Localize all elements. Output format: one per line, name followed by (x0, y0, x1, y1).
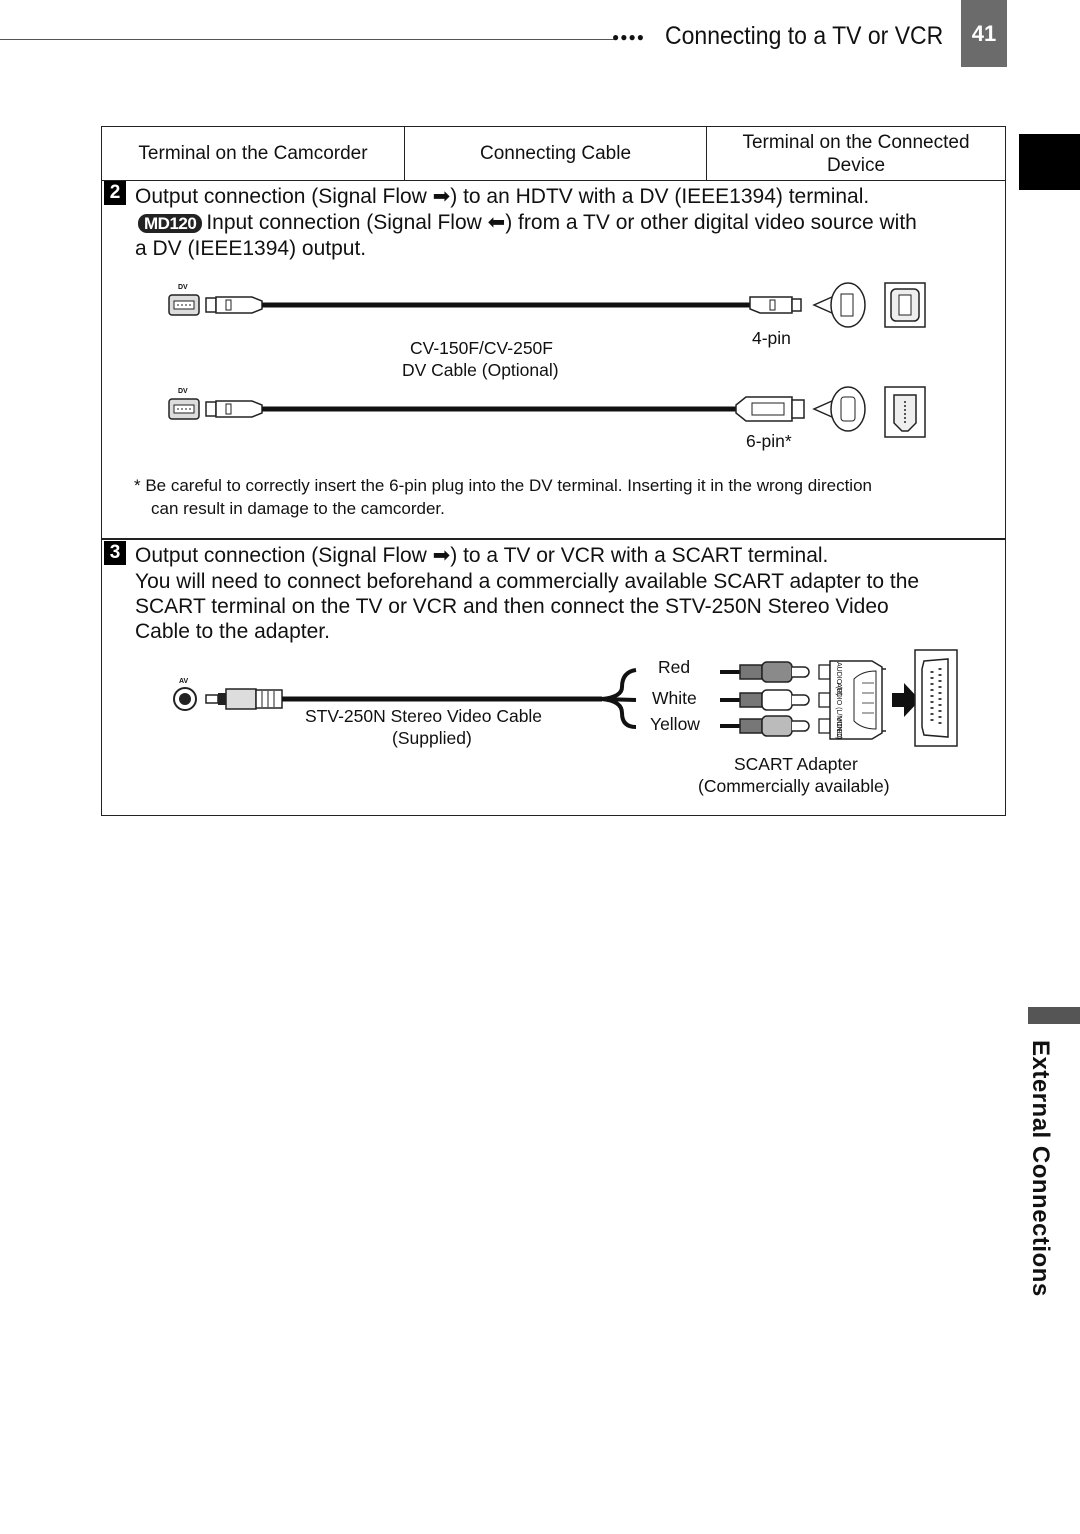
av-cable-model: STV-250N Stereo Video Cable (305, 706, 543, 726)
page-title: Connecting to a TV or VCR (665, 22, 944, 50)
scart-cable-diagram (173, 649, 958, 747)
scart-adapter-name: SCART Adapter (734, 754, 858, 774)
section-tab-marker (1019, 134, 1080, 190)
scart-terminal-icon (914, 649, 958, 747)
plug-color-white: White (652, 688, 697, 708)
av-minijack-plug (205, 688, 283, 710)
scart-adapter-description: (Commercially available) (698, 776, 890, 796)
adapter-jack-label-video: VIDEO (835, 717, 842, 739)
header-rule (0, 39, 616, 40)
scart-adapter-icon (818, 660, 886, 740)
av-terminal-icon (173, 687, 197, 711)
cable-branch-yellow (601, 697, 637, 729)
chapter-label: External Connections (1027, 1040, 1054, 1297)
cable-branch-red (601, 668, 637, 701)
chapter-tab-marker (1028, 1007, 1080, 1024)
plug-color-red: Red (658, 657, 691, 677)
header-bullets: ●●●● (612, 30, 645, 44)
av-cable-description: (Supplied) (392, 728, 472, 748)
rca-plug-white (720, 689, 810, 711)
plug-color-yellow: Yellow (650, 714, 700, 734)
rca-plug-red (720, 661, 810, 683)
rca-plug-yellow (720, 715, 810, 737)
page-number: 41 (961, 0, 1007, 67)
connection-table: Terminal on the Camcorder Connecting Cab… (101, 126, 1006, 816)
